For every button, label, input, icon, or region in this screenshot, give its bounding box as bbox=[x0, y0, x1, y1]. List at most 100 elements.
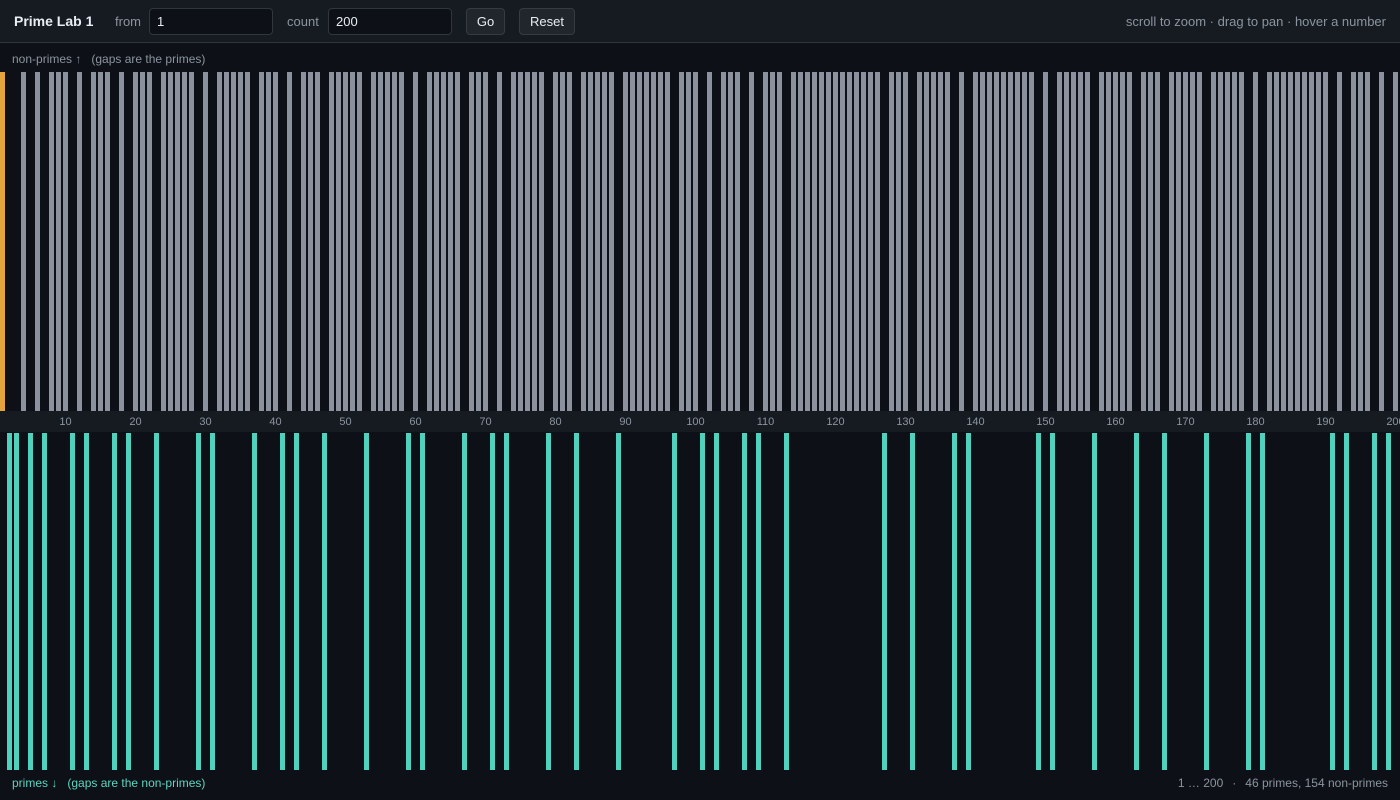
prime-strip-chart[interactable]: 10 20 30 40 50 60 70 80 90 100 110 120 130 140 150 160 1… bbox=[0, 72, 1400, 770]
prime-bar[interactable] bbox=[196, 433, 201, 770]
nonprime-bar[interactable] bbox=[1015, 72, 1020, 411]
nonprime-bar[interactable] bbox=[567, 72, 572, 411]
prime-bar[interactable] bbox=[322, 433, 327, 770]
nonprime-bar[interactable] bbox=[665, 72, 670, 411]
nonprime-bar[interactable] bbox=[469, 72, 474, 411]
nonprime-bar[interactable] bbox=[1078, 72, 1083, 411]
nonprime-bar[interactable] bbox=[868, 72, 873, 411]
prime-bar[interactable] bbox=[126, 433, 131, 770]
nonprime-bar[interactable] bbox=[896, 72, 901, 411]
prime-bar[interactable] bbox=[672, 433, 677, 770]
nonprime-bar[interactable] bbox=[1197, 72, 1202, 411]
prime-bar[interactable] bbox=[1246, 433, 1251, 770]
nonprime-bar[interactable] bbox=[707, 72, 712, 411]
nonprime-bar[interactable] bbox=[140, 72, 145, 411]
nonprime-bar[interactable] bbox=[994, 72, 999, 411]
nonprime-bar[interactable] bbox=[1120, 72, 1125, 411]
nonprime-bar[interactable] bbox=[777, 72, 782, 411]
nonprime-bar[interactable] bbox=[973, 72, 978, 411]
nonprime-bar[interactable] bbox=[840, 72, 845, 411]
nonprime-bar[interactable] bbox=[378, 72, 383, 411]
highlighted-bar[interactable] bbox=[0, 72, 5, 411]
nonprime-bar[interactable] bbox=[1365, 72, 1370, 411]
nonprime-bar[interactable] bbox=[1218, 72, 1223, 411]
nonprime-bar[interactable] bbox=[301, 72, 306, 411]
nonprime-bar[interactable] bbox=[938, 72, 943, 411]
prime-bar[interactable] bbox=[252, 433, 257, 770]
nonprime-bar[interactable] bbox=[1099, 72, 1104, 411]
go-button[interactable]: Go bbox=[466, 8, 505, 35]
nonprime-bar[interactable] bbox=[371, 72, 376, 411]
nonprime-bar[interactable] bbox=[1190, 72, 1195, 411]
nonprime-bar[interactable] bbox=[1281, 72, 1286, 411]
prime-bar[interactable] bbox=[294, 433, 299, 770]
nonprime-bar[interactable] bbox=[854, 72, 859, 411]
nonprime-bar[interactable] bbox=[21, 72, 26, 411]
prime-bar[interactable] bbox=[84, 433, 89, 770]
nonprime-bar[interactable] bbox=[945, 72, 950, 411]
nonprime-bar[interactable] bbox=[518, 72, 523, 411]
nonprime-bar[interactable] bbox=[497, 72, 502, 411]
nonprime-bar[interactable] bbox=[147, 72, 152, 411]
nonprime-bar[interactable] bbox=[399, 72, 404, 411]
nonprime-bar[interactable] bbox=[1267, 72, 1272, 411]
nonprime-bar[interactable] bbox=[1295, 72, 1300, 411]
nonprime-bar[interactable] bbox=[105, 72, 110, 411]
nonprime-bar[interactable] bbox=[875, 72, 880, 411]
prime-bar[interactable] bbox=[966, 433, 971, 770]
nonprime-bar[interactable] bbox=[826, 72, 831, 411]
nonprime-bar[interactable] bbox=[1001, 72, 1006, 411]
nonprime-bar[interactable] bbox=[434, 72, 439, 411]
nonprime-bar[interactable] bbox=[798, 72, 803, 411]
prime-bar[interactable] bbox=[280, 433, 285, 770]
nonprime-bar[interactable] bbox=[861, 72, 866, 411]
prime-bar[interactable] bbox=[1134, 433, 1139, 770]
nonprime-bar[interactable] bbox=[483, 72, 488, 411]
nonprime-bar[interactable] bbox=[924, 72, 929, 411]
nonprime-bar[interactable] bbox=[833, 72, 838, 411]
nonprime-bar[interactable] bbox=[847, 72, 852, 411]
nonprime-bar[interactable] bbox=[1071, 72, 1076, 411]
nonprime-bar[interactable] bbox=[644, 72, 649, 411]
nonprime-bar[interactable] bbox=[1057, 72, 1062, 411]
nonprime-bar[interactable] bbox=[245, 72, 250, 411]
nonprime-bar[interactable] bbox=[917, 72, 922, 411]
prime-bar[interactable] bbox=[1344, 433, 1349, 770]
nonprime-bar[interactable] bbox=[1127, 72, 1132, 411]
nonprime-bar[interactable] bbox=[392, 72, 397, 411]
nonprime-bar[interactable] bbox=[189, 72, 194, 411]
nonprime-bar[interactable] bbox=[721, 72, 726, 411]
nonprime-bar[interactable] bbox=[532, 72, 537, 411]
nonprime-bar[interactable] bbox=[238, 72, 243, 411]
nonprime-bar[interactable] bbox=[1022, 72, 1027, 411]
nonprime-bar[interactable] bbox=[686, 72, 691, 411]
nonprime-bar[interactable] bbox=[525, 72, 530, 411]
prime-bar[interactable] bbox=[1050, 433, 1055, 770]
nonprime-bar[interactable] bbox=[56, 72, 61, 411]
nonprime-bar[interactable] bbox=[217, 72, 222, 411]
nonprime-bar[interactable] bbox=[1155, 72, 1160, 411]
prime-bar[interactable] bbox=[70, 433, 75, 770]
nonprime-bar[interactable] bbox=[1085, 72, 1090, 411]
nonprime-bar[interactable] bbox=[1288, 72, 1293, 411]
nonprime-bar[interactable] bbox=[791, 72, 796, 411]
prime-bar[interactable] bbox=[364, 433, 369, 770]
nonprime-bar[interactable] bbox=[98, 72, 103, 411]
prime-bar[interactable] bbox=[546, 433, 551, 770]
nonprime-bar[interactable] bbox=[1043, 72, 1048, 411]
nonprime-bar[interactable] bbox=[1393, 72, 1398, 411]
nonprime-bar[interactable] bbox=[49, 72, 54, 411]
nonprime-bar[interactable] bbox=[602, 72, 607, 411]
count-input[interactable] bbox=[328, 8, 452, 35]
prime-bar[interactable] bbox=[42, 433, 47, 770]
nonprime-bar[interactable] bbox=[203, 72, 208, 411]
prime-bar[interactable] bbox=[616, 433, 621, 770]
nonprime-bar[interactable] bbox=[1008, 72, 1013, 411]
nonprime-bar[interactable] bbox=[553, 72, 558, 411]
prime-bar[interactable] bbox=[112, 433, 117, 770]
nonprime-bar[interactable] bbox=[259, 72, 264, 411]
nonprime-bar[interactable] bbox=[630, 72, 635, 411]
nonprime-bar[interactable] bbox=[1141, 72, 1146, 411]
prime-bar[interactable] bbox=[574, 433, 579, 770]
prime-bar[interactable] bbox=[7, 433, 12, 770]
